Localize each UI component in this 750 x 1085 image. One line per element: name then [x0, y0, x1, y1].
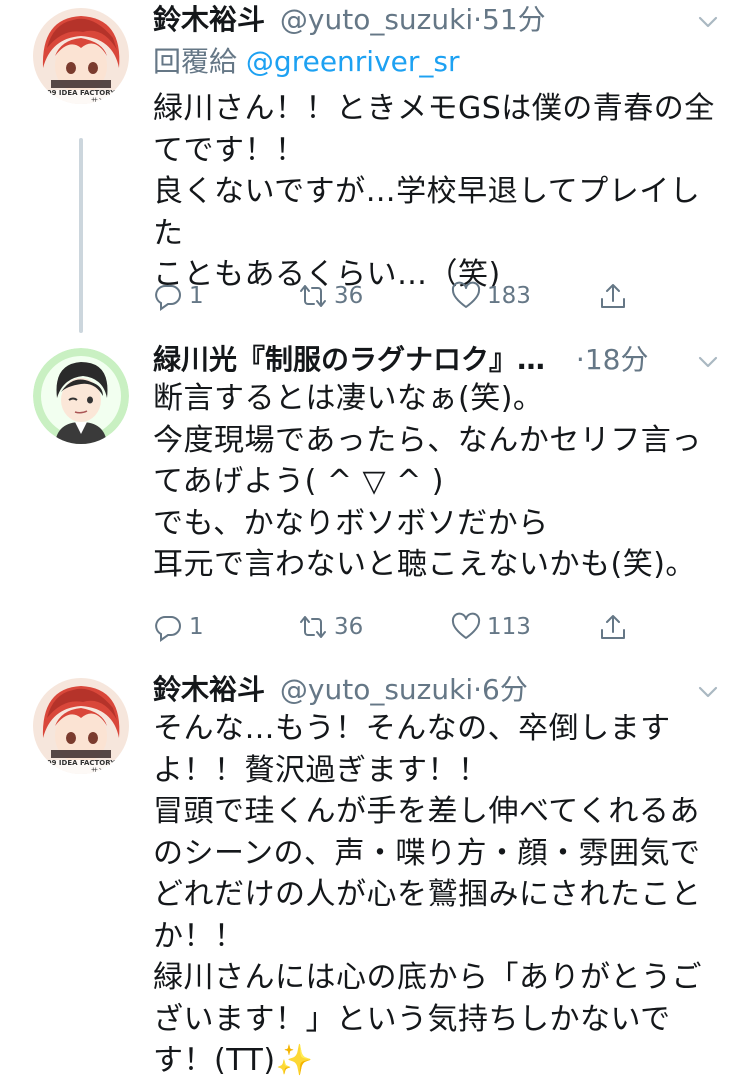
chevron-down-icon[interactable] [696, 10, 720, 34]
like-count: 183 [487, 283, 531, 309]
reply-icon [155, 285, 181, 311]
tweet-header: 緑川光『制服のラグナロク』… ·18分 [153, 340, 720, 380]
timestamp[interactable]: 18分 [585, 343, 649, 376]
avatar[interactable] [33, 348, 129, 444]
tweet-header: 鈴木裕斗 @yuto_suzuki·6分 [153, 670, 720, 710]
retweet-count: 36 [334, 614, 364, 640]
retweet-count: 36 [334, 283, 364, 309]
avatar[interactable]: 2009 IDEA FACTORY サンク [33, 8, 129, 104]
replying-to: 回覆給 @greenriver_sr [153, 42, 460, 82]
like-icon [451, 612, 481, 639]
retweet-button[interactable]: 36 [298, 607, 363, 647]
tweet-text: 緑川さん！！ときメモGSは僕の青春の全 てです！！ 良くないですが…学校早退して… [153, 91, 715, 292]
chevron-down-icon[interactable] [696, 350, 720, 374]
separator-dot: · [575, 343, 585, 376]
avatar[interactable]: 2009 IDEA FACTORY サンク [33, 678, 129, 774]
retweet-icon [300, 616, 326, 638]
share-icon [601, 284, 625, 308]
display-name[interactable]: 鈴木裕斗 [153, 3, 265, 36]
like-count: 113 [487, 614, 531, 640]
reply-button[interactable]: 1 [153, 276, 204, 316]
retweet-button[interactable]: 36 [298, 276, 363, 316]
reply-icon [155, 616, 181, 642]
action-bar: 1 36 183 [153, 276, 643, 316]
mention-link[interactable]: @greenriver_sr [246, 45, 460, 78]
tweet-1[interactable]: 2009 IDEA FACTORY サンク 鈴木裕斗 @yuto_suzuki·… [0, 0, 750, 340]
avatar-caption-2: サンク [91, 97, 112, 104]
replying-to-label: 回覆給 [153, 45, 238, 78]
separator-dot: · [473, 673, 483, 706]
timestamp[interactable]: 51分 [482, 3, 546, 36]
action-bar: 1 36 113 [153, 607, 643, 647]
timestamp[interactable]: 6分 [482, 673, 528, 706]
tweet-header: 鈴木裕斗 @yuto_suzuki·51分 [153, 0, 720, 40]
share-icon [601, 615, 625, 639]
like-button[interactable]: 183 [451, 276, 531, 316]
username[interactable]: @yuto_suzuki [280, 673, 473, 706]
avatar-image [33, 348, 129, 444]
like-icon [451, 281, 481, 308]
tweet-text: 断言するとは凄いなぁ(笑)。 今度現場であったら、なんかセリフ言っ てあげよう(… [153, 381, 702, 582]
reply-button[interactable]: 1 [153, 607, 204, 647]
chevron-down-icon[interactable] [696, 680, 720, 704]
share-button[interactable] [598, 276, 634, 316]
username[interactable]: @yuto_suzuki [280, 3, 473, 36]
tweet-text: そんな…もう！そんなの、卒倒します よ！！贅沢過ぎます！！ 冒頭で珪くんが手を差… [153, 711, 702, 1078]
retweet-icon [300, 285, 326, 307]
display-name[interactable]: 鈴木裕斗 [153, 673, 265, 706]
like-button[interactable]: 113 [451, 607, 531, 647]
tweet-2[interactable]: 緑川光『制服のラグナロク』… ·18分 断言するとは凄いなぁ(笑)。 今度現場で… [0, 340, 750, 670]
display-name[interactable]: 緑川光『制服のラグナロク』… [153, 343, 545, 376]
avatar-caption-2: サンク [91, 767, 112, 774]
share-button[interactable] [598, 607, 634, 647]
reply-count: 1 [189, 283, 204, 309]
reply-count: 1 [189, 614, 204, 640]
separator-dot: · [473, 3, 483, 36]
tweet-3[interactable]: 2009 IDEA FACTORY サンク 鈴木裕斗 @yuto_suzuki·… [0, 670, 750, 1085]
